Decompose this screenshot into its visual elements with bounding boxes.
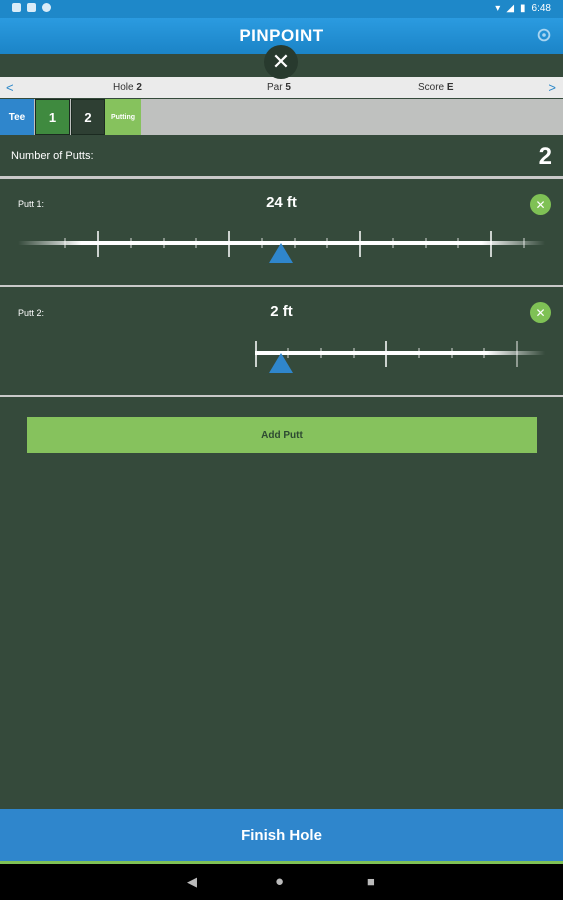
- shot-tabs: Tee 1 2 Putting: [0, 99, 563, 135]
- download-icon: [27, 3, 36, 12]
- close-icon: ✕: [271, 49, 291, 74]
- score-info: Score E: [418, 82, 454, 93]
- putt-distance: 2 ft: [270, 303, 293, 320]
- slider-thumb[interactable]: [269, 243, 293, 263]
- previous-hole-button[interactable]: <: [6, 80, 14, 95]
- putt-distance: 24 ft: [266, 194, 297, 211]
- slider-thumb[interactable]: [269, 353, 293, 373]
- putts-label: Number of Putts:: [11, 150, 94, 162]
- hole-number: 2: [136, 82, 142, 93]
- finish-hole-label: Finish Hole: [241, 826, 322, 844]
- close-icon: ✕: [535, 197, 546, 212]
- signal-icon: ◢: [506, 3, 515, 14]
- recents-icon[interactable]: ■: [367, 874, 375, 889]
- score-label: Score: [418, 82, 445, 93]
- shot-tab-label: 1: [48, 109, 57, 125]
- shot-tab-label: Putting: [110, 113, 136, 121]
- par-value: 5: [285, 82, 291, 93]
- shot-tab-putting[interactable]: Putting: [105, 99, 141, 135]
- distance-slider[interactable]: [0, 338, 563, 378]
- status-bar: ▾ ◢ ▮ 6:48: [0, 0, 563, 18]
- app-logo: PINPOINT: [239, 26, 324, 45]
- slider-track: [255, 351, 545, 355]
- shot-tab-label: Tee: [8, 111, 26, 123]
- shot-tab-1[interactable]: 1: [35, 99, 70, 135]
- gear-icon[interactable]: [535, 26, 553, 44]
- putt-row-2: Putt 2: 2 ft ✕: [0, 288, 563, 397]
- remove-putt-button[interactable]: ✕: [530, 194, 551, 215]
- hole-label: Hole: [113, 82, 134, 93]
- putts-summary: Number of Putts: 2: [0, 136, 563, 179]
- add-putt-label: Add Putt: [261, 429, 303, 441]
- back-icon[interactable]: ◀: [187, 874, 197, 890]
- score-value: E: [446, 82, 454, 93]
- wifi-icon: ▾: [495, 3, 501, 14]
- par-label: Par: [267, 82, 283, 93]
- distance-slider[interactable]: [0, 227, 563, 267]
- battery-icon: ▮: [520, 3, 526, 14]
- putt-row-1: Putt 1: 24 ft ✕: [0, 179, 563, 287]
- remove-putt-button[interactable]: ✕: [530, 302, 551, 323]
- hole-info-bar: < Hole 2 Par 5 Score E >: [0, 77, 563, 98]
- system-nav-bar: ◀ ● ■: [0, 864, 563, 900]
- close-button[interactable]: ✕: [264, 45, 298, 79]
- next-hole-button[interactable]: >: [548, 80, 556, 95]
- par-info: Par 5: [267, 82, 291, 93]
- shot-tab-tee[interactable]: Tee: [0, 99, 34, 135]
- shot-tab-label: 2: [84, 109, 92, 125]
- putts-count: 2: [538, 143, 552, 170]
- close-icon: ✕: [535, 305, 546, 320]
- add-putt-button[interactable]: Add Putt: [27, 417, 537, 453]
- hole-info: Hole 2: [113, 82, 142, 93]
- notification-icon: [12, 3, 21, 12]
- status-time: 6:48: [531, 3, 551, 14]
- shot-tab-2[interactable]: 2: [71, 99, 105, 135]
- finish-hole-button[interactable]: Finish Hole: [0, 809, 563, 864]
- sync-icon: [42, 3, 51, 12]
- home-icon[interactable]: ●: [275, 873, 284, 890]
